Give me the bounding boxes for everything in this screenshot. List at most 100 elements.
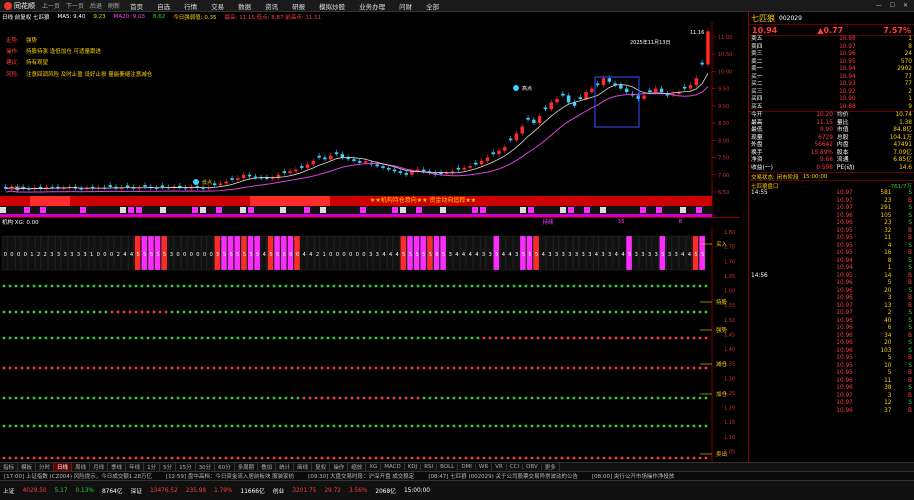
signal-stripe [16,207,22,213]
bottom-tab[interactable]: 分时 [36,463,55,471]
bottom-tab[interactable]: 5分 [160,463,177,471]
ind-dot [296,456,300,460]
bottom-tab[interactable]: XG [366,464,382,470]
chart-area[interactable]: 日线 前复权 七匹狼 MA5: 9.40 9.23 MA20: 9.03 8.6… [0,12,740,472]
ind-cell-value: 3 [668,252,671,258]
order-book-row[interactable]: 卖五 10.98 1 [749,36,914,44]
ind-dot [506,336,510,340]
news-item[interactable]: [08:00] 央行公开市场操作净投放 [592,472,674,480]
maximize-icon[interactable]: ☐ [890,2,895,9]
news-item[interactable]: [08:47] 七匹狼 (002029) 关于公司股票交易异常波动的公告 [428,472,578,480]
bottom-tab[interactable]: 30分 [196,463,216,471]
bottom-tab[interactable]: 指标 [0,463,19,471]
ind-cell-value: 3 [575,252,578,258]
menu-trade[interactable]: 交易 [204,1,231,11]
candle-body [270,178,275,180]
nav-back-button[interactable]: 上一页 [39,1,63,10]
indicator-title[interactable]: 机构 XG: 0.00 [2,218,39,226]
bottom-tab[interactable]: 周线 [72,463,91,471]
order-book-row[interactable]: 买一 10.94 77 [749,74,914,82]
order-book-row[interactable]: 卖二 10.95 570 [749,59,914,67]
menu-simulate[interactable]: 模拟炒股 [312,1,352,11]
news-ticker[interactable]: [17:00] 上证指数 (CZ004) 风险提示，今日成交额1.28万亿 [12… [0,471,914,480]
bottom-tab[interactable]: RSI [421,464,438,470]
order-book-row[interactable]: 买五 10.88 9 [749,104,914,112]
index-name[interactable]: 上证 [3,486,15,495]
nav-refresh-button[interactable]: 刷新 [105,1,123,10]
bottom-tab[interactable]: 复权 [312,463,331,471]
bottom-tab[interactable]: 操作 [330,463,349,471]
ind-dot [248,396,252,400]
ind-dot [50,396,54,400]
order-book-row[interactable]: 卖三 10.96 24 [749,51,914,59]
bottom-tab[interactable]: 更多 [542,463,560,471]
candle-body [659,88,664,93]
menu-market[interactable]: 行情 [177,1,204,11]
menu-research[interactable]: 研报 [285,1,312,11]
bottom-tab[interactable]: 模板 [18,463,37,471]
bottom-tab[interactable]: MACD [381,464,405,470]
order-book-row[interactable]: 买三 10.92 2 [749,89,914,97]
menu-all[interactable]: 全部 [419,1,446,11]
minimize-icon[interactable]: — [876,2,882,9]
price-chart[interactable]: 11.00 10.50 10.00 9.50 9.00 8.50 8.00 7.50 7.00 6… [0,22,740,217]
ind-dot [338,284,342,288]
news-item[interactable]: [09:30] 大盘交易时段：沪深开盘 成交稳定 [308,472,414,480]
app-logo[interactable]: 同花顺 [0,1,39,11]
period-label[interactable]: 日线 前复权 七匹狼 [2,13,50,21]
menu-home[interactable]: 首页 [123,1,150,11]
bottom-tab[interactable]: 画线 [294,463,313,471]
bottom-tab[interactable]: 叠加 [258,463,277,471]
bottom-tab[interactable]: CCI [507,464,524,470]
bottom-tab[interactable]: KDJ [405,464,422,470]
stock-name[interactable]: 七匹狼 [751,13,775,24]
ind-cell-value: 3 [674,252,677,258]
ind-dot [44,284,48,288]
ind-dot [38,456,42,460]
ind-dot [140,424,144,428]
bottom-tab[interactable]: 季线 [108,463,127,471]
news-item[interactable]: [17:00] 上证指数 (CZ004) 风险提示，今日成交额1.28万亿 [4,472,152,480]
order-book-row[interactable]: 卖一 10.94 2902 [749,66,914,74]
bottom-tab[interactable]: BOLL [437,464,459,470]
ind-dot [704,310,708,314]
menu-ask[interactable]: 问财 [392,1,419,11]
bottom-tab[interactable]: 日线 [54,463,73,471]
menu-data[interactable]: 数据 [231,1,258,11]
bottom-tab[interactable]: 缩放 [348,463,367,471]
menu-news[interactable]: 资讯 [258,1,285,11]
ind-dot [512,456,516,460]
bottom-tab[interactable]: 60分 [215,463,235,471]
bottom-tab[interactable]: 统计 [276,463,295,471]
bottom-tab[interactable]: DMI [458,464,476,470]
ind-dot [698,284,702,288]
order-book-row[interactable]: 卖四 10.97 8 [749,44,914,52]
bottom-tab[interactable]: VR [492,464,507,470]
ind-dot [326,310,330,314]
nav-history-button[interactable]: 后退 [87,1,105,10]
tick-side: B [908,370,912,376]
ind-dot [422,366,426,370]
bottom-tab[interactable]: 年线 [126,463,145,471]
bottom-tab[interactable]: 多周期 [235,463,259,471]
index-name[interactable]: 创业 [273,486,285,495]
order-book-row[interactable]: 买四 10.90 1 [749,96,914,104]
bottom-tab[interactable]: OBV [523,464,542,470]
menu-business[interactable]: 业务办理 [352,1,392,11]
bottom-tab[interactable]: 15分 [176,463,196,471]
index-name[interactable]: 深证 [131,486,143,495]
ind-dot [638,366,642,370]
close-icon[interactable]: ✕ [903,2,908,9]
bottom-tab[interactable]: 1分 [144,463,161,471]
ind-dot [662,424,666,428]
menu-watchlist[interactable]: 自选 [150,1,177,11]
order-book-row[interactable]: 买二 10.93 77 [749,81,914,89]
tick-list[interactable]: 14:55 10.97 581 S 10.97 23 B 10.97 291 S 10.96 105 S… [749,190,914,415]
ind-dot [380,396,384,400]
bottom-tab[interactable]: WR [476,464,493,470]
ind-dot [152,366,156,370]
news-item[interactable]: [12:59] 盘中高档：今日资金流入居前板块 服装家纺 [166,472,294,480]
bottom-tab[interactable]: 月线 [90,463,109,471]
nav-forward-button[interactable]: 下一页 [63,1,87,10]
indicator-chart[interactable]: 0000122333333100024455555300000055555554… [0,226,740,472]
